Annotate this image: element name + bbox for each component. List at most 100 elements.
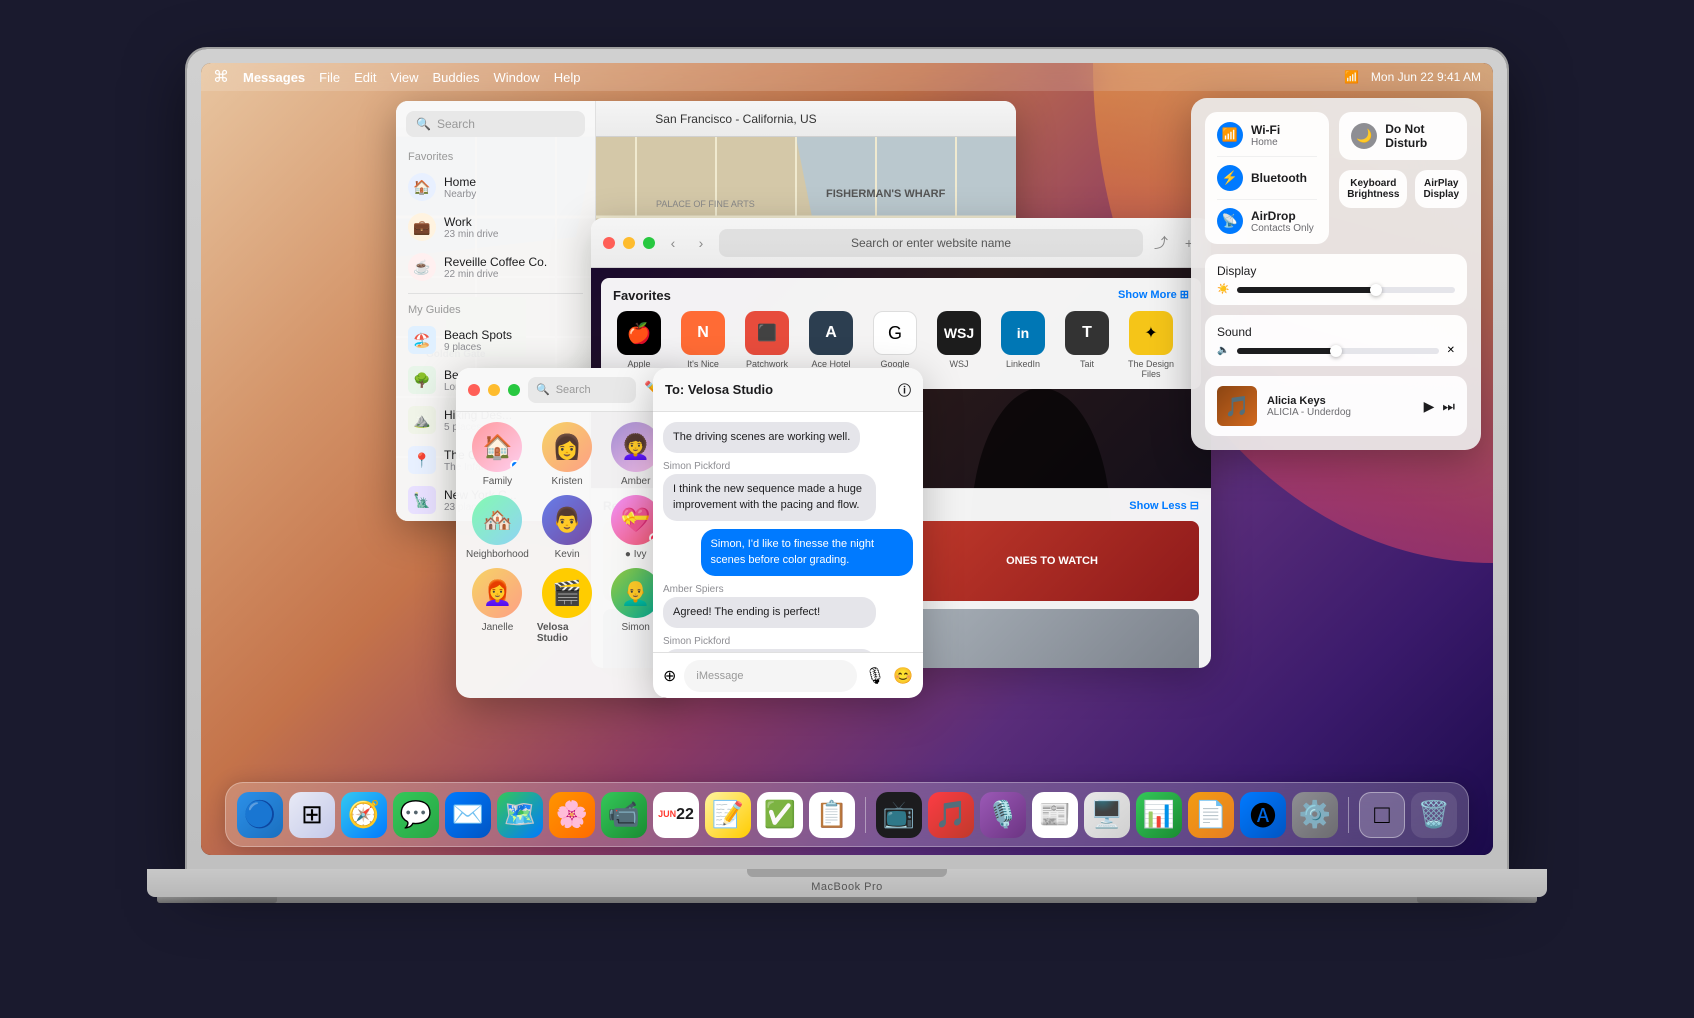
messages-conversation-window[interactable]: To: Velosa Studio ⓘ The driving scenes a… [653, 368, 923, 698]
maps-search-input[interactable]: 🔍 Search [406, 111, 585, 137]
macbook: ⌘ Messages File Edit View Buddies Window… [147, 49, 1547, 969]
messages-list-window[interactable]: 🔍 Search ✏️ 🏠 Family [456, 368, 676, 698]
conv-msg-1: The driving scenes are working well. [663, 422, 860, 453]
menubar-help[interactable]: Help [554, 70, 581, 85]
macbook-base: MacBook Pro [147, 869, 1547, 897]
kevin-avatar: 👨 [542, 495, 592, 545]
msg-minimize[interactable] [488, 384, 500, 396]
dock-safari[interactable]: 🧭 [341, 792, 387, 838]
fav-wsj[interactable]: WSJ WSJ [933, 311, 985, 379]
menubar-window[interactable]: Window [493, 70, 539, 85]
contact-family[interactable]: 🏠 Family [466, 422, 529, 487]
dock-numbers[interactable]: 📊 [1136, 792, 1182, 838]
play-button[interactable]: ▶ [1424, 398, 1435, 415]
contact-velosa[interactable]: 🎬 Velosa Studio [537, 568, 598, 644]
browser-close[interactable] [603, 237, 615, 249]
dock-pages[interactable]: 📄 [1188, 792, 1234, 838]
fav-linkedin[interactable]: in LinkedIn [997, 311, 1049, 379]
cc-keyboard-tile[interactable]: Keyboard Brightness [1339, 170, 1407, 208]
dock-reminders[interactable]: ✅ [757, 792, 803, 838]
album-art: 🎵 [1217, 386, 1257, 426]
show-less-button[interactable]: Show Less ⊟ [1129, 499, 1199, 513]
contact-name-ivy: ● Ivy [625, 549, 647, 560]
menubar-buddies[interactable]: Buddies [432, 70, 479, 85]
conv-input-area: ⊕ iMessage 🎙 😊 [653, 652, 923, 698]
control-center[interactable]: 📶 Wi-Fi Home ⚡ Bluetooth [1191, 98, 1481, 450]
skip-button[interactable]: ⏭ [1442, 398, 1455, 415]
audio-icon[interactable]: 🎙 [865, 666, 885, 686]
msg-maximize[interactable] [508, 384, 520, 396]
cc-bluetooth-row[interactable]: ⚡ Bluetooth [1217, 165, 1317, 191]
maps-coffee-item[interactable]: ☕ Reveille Coffee Co. 22 min drive [396, 247, 595, 287]
cc-dnd-tile[interactable]: 🌙 Do Not Disturb [1339, 112, 1467, 160]
apps-icon[interactable]: ⊕ [663, 666, 676, 686]
maps-beach-item[interactable]: 🏖️ Beach Spots 9 places [396, 320, 595, 360]
menubar-right: 📶 Mon Jun 22 9:41 AM [1344, 70, 1481, 84]
dock-podcasts[interactable]: 🎙️ [980, 792, 1026, 838]
dock-photos[interactable]: 🌸 [549, 792, 595, 838]
dock-stack[interactable]: □ [1359, 792, 1405, 838]
dock-launchpad[interactable]: ⊞ [289, 792, 335, 838]
dock-appletv[interactable]: 📺 [876, 792, 922, 838]
dock-calendar[interactable]: JUN 22 [653, 792, 699, 838]
dock-appstore[interactable]: 🅐 [1240, 792, 1286, 838]
dock-facetime[interactable]: 📹 [601, 792, 647, 838]
menubar-view[interactable]: View [391, 70, 419, 85]
maps-home-item[interactable]: 🏠 Home Nearby [396, 167, 595, 207]
browser-share[interactable]: ⤴ [1151, 233, 1171, 253]
brightness-slider[interactable] [1237, 287, 1455, 293]
browser-maximize[interactable] [643, 237, 655, 249]
maps-work-item[interactable]: 💼 Work 23 min drive [396, 207, 595, 247]
dock-freeform[interactable]: 📋 [809, 792, 855, 838]
emoji-icon[interactable]: 😊 [893, 666, 913, 686]
menubar-edit[interactable]: Edit [354, 70, 376, 85]
browser-back[interactable]: ‹ [663, 233, 683, 253]
menubar-wifi-icon[interactable]: 📶 [1344, 70, 1359, 84]
fav-design[interactable]: ✦ The Design Files [1125, 311, 1177, 379]
dock-syspreferences[interactable]: ⚙️ [1292, 792, 1338, 838]
msg-close[interactable] [468, 384, 480, 396]
dock-news[interactable]: 📰 [1032, 792, 1078, 838]
menubar-app-name[interactable]: Messages [243, 70, 305, 85]
messages-search[interactable]: 🔍 Search [528, 377, 636, 403]
macbook-foot-left [157, 897, 277, 903]
dock-notes[interactable]: 📝 [705, 792, 751, 838]
dock-maps[interactable]: 🗺️ [497, 792, 543, 838]
svg-text:PALACE OF FINE ARTS: PALACE OF FINE ARTS [656, 199, 755, 209]
menubar-file[interactable]: File [319, 70, 340, 85]
browser-minimize[interactable] [623, 237, 635, 249]
dock-messages[interactable]: 💬 [393, 792, 439, 838]
contact-neighborhood[interactable]: 🏘️ Neighborhood [466, 495, 529, 560]
browser-address-input[interactable]: Search or enter website name [719, 229, 1143, 257]
dock-music[interactable]: 🎵 [928, 792, 974, 838]
dock-misc[interactable]: 🖥️ [1084, 792, 1130, 838]
contact-janelle[interactable]: 👩‍🦰 Janelle [466, 568, 529, 644]
conv-info-icon[interactable]: ⓘ [898, 380, 911, 399]
imessage-input[interactable]: iMessage [684, 660, 856, 692]
display-label: Display [1217, 264, 1455, 278]
show-more-button[interactable]: Show More ⊞ [1118, 288, 1189, 303]
fav-tait[interactable]: T Tait [1061, 311, 1113, 379]
apple-menu-icon[interactable]: ⌘ [213, 67, 229, 87]
favorites-title: Favorites Show More ⊞ [613, 288, 1189, 303]
maps-sidebar-divider [408, 293, 583, 294]
wifi-sub: Home [1251, 137, 1280, 148]
card-misc[interactable] [905, 609, 1199, 668]
music-controls[interactable]: ▶ ⏭ [1424, 398, 1455, 415]
contact-name-amber: Amber [621, 476, 650, 487]
dock-mail[interactable]: ✉️ [445, 792, 491, 838]
dock-finder[interactable]: 🔵 [237, 792, 283, 838]
card-ones-to-watch-2[interactable]: ONES TO WATCH [905, 521, 1199, 601]
macbook-screen: ⌘ Messages File Edit View Buddies Window… [201, 63, 1493, 855]
contact-kristen[interactable]: 👩 Kristen [537, 422, 598, 487]
volume-slider[interactable] [1237, 348, 1438, 354]
browser-forward[interactable]: › [691, 233, 711, 253]
dock-separator [865, 797, 866, 833]
contact-name-family: Family [483, 476, 512, 487]
cc-wifi-row[interactable]: 📶 Wi-Fi Home [1217, 122, 1317, 148]
cc-airdrop-row[interactable]: 📡 AirDrop Contacts Only [1217, 208, 1317, 234]
cc-airplay-tile[interactable]: AirPlay Display [1415, 170, 1467, 208]
dock-trash[interactable]: 🗑️ [1411, 792, 1457, 838]
contact-kevin[interactable]: 👨 Kevin [537, 495, 598, 560]
conv-msg-2: I think the new sequence made a huge imp… [663, 474, 876, 521]
